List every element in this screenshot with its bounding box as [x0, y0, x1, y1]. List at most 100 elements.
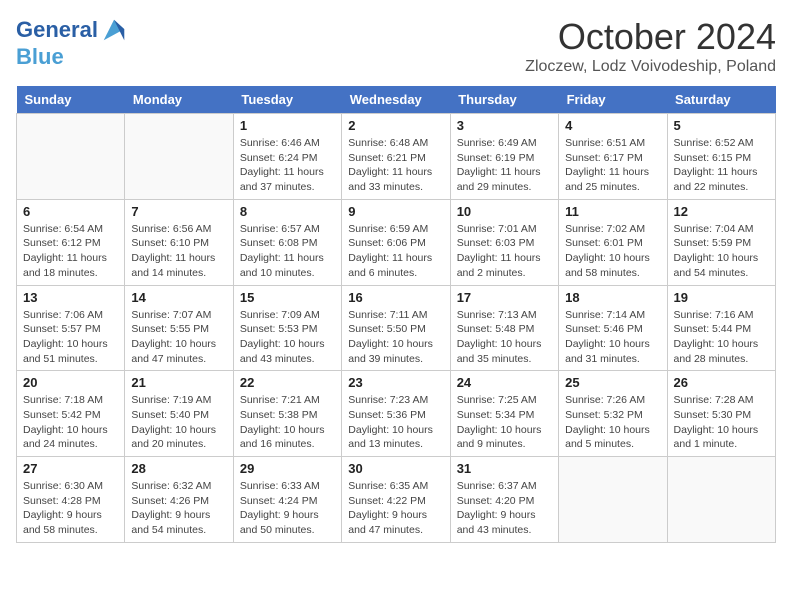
day-info: Sunrise: 7:13 AMSunset: 5:48 PMDaylight:…: [457, 308, 552, 367]
day-number: 14: [131, 290, 226, 305]
day-number: 9: [348, 204, 443, 219]
calendar-cell: 23Sunrise: 7:23 AMSunset: 5:36 PMDayligh…: [342, 371, 450, 457]
day-info: Sunrise: 7:09 AMSunset: 5:53 PMDaylight:…: [240, 308, 335, 367]
day-info: Sunrise: 6:37 AMSunset: 4:20 PMDaylight:…: [457, 479, 552, 538]
day-info: Sunrise: 6:56 AMSunset: 6:10 PMDaylight:…: [131, 222, 226, 281]
day-info: Sunrise: 7:11 AMSunset: 5:50 PMDaylight:…: [348, 308, 443, 367]
day-number: 29: [240, 461, 335, 476]
calendar-cell: [667, 457, 775, 543]
calendar-cell: 18 Sunrise: 7:14 AMSunset: 5:46 PMDayligh…: [559, 285, 667, 371]
day-number: 11: [565, 204, 660, 219]
calendar-cell: 17Sunrise: 7:13 AMSunset: 5:48 PMDayligh…: [450, 285, 558, 371]
logo-blue: Blue: [16, 44, 64, 70]
calendar-cell: 1Sunrise: 6:46 AMSunset: 6:24 PMDaylight…: [233, 114, 341, 200]
day-info: Sunrise: 6:57 AMSunset: 6:08 PMDaylight:…: [240, 222, 335, 281]
day-info: Sunrise: 7:06 AMSunset: 5:57 PMDaylight:…: [23, 308, 118, 367]
calendar-cell: 25 Sunrise: 7:26 AMSunset: 5:32 PMDayligh…: [559, 371, 667, 457]
calendar-cell: [17, 114, 125, 200]
calendar-cell: 10Sunrise: 7:01 AMSunset: 6:03 PMDayligh…: [450, 199, 558, 285]
day-info: Sunrise: 7:04 AMSunset: 5:59 PMDaylight:…: [674, 222, 769, 281]
calendar-cell: 12 Sunrise: 7:04 AMSunset: 5:59 PMDayligh…: [667, 199, 775, 285]
day-number: 31: [457, 461, 552, 476]
day-number: 2: [348, 118, 443, 133]
day-number: 16: [348, 290, 443, 305]
week-row-2: 6Sunrise: 6:54 AMSunset: 6:12 PMDaylight…: [17, 199, 776, 285]
day-number: 23: [348, 375, 443, 390]
day-number: 8: [240, 204, 335, 219]
calendar-cell: 13 Sunrise: 7:06 AMSunset: 5:57 PMDayligh…: [17, 285, 125, 371]
calendar-cell: 27 Sunrise: 6:30 AMSunset: 4:28 PMDayligh…: [17, 457, 125, 543]
week-row-3: 13 Sunrise: 7:06 AMSunset: 5:57 PMDayligh…: [17, 285, 776, 371]
day-info: Sunrise: 6:51 AMSunset: 6:17 PMDaylight:…: [565, 136, 660, 195]
day-info: Sunrise: 7:16 AMSunset: 5:44 PMDaylight:…: [674, 308, 769, 367]
day-number: 7: [131, 204, 226, 219]
header-row: SundayMondayTuesdayWednesdayThursdayFrid…: [17, 86, 776, 114]
calendar-cell: 28Sunrise: 6:32 AMSunset: 4:26 PMDayligh…: [125, 457, 233, 543]
weekday-header-tuesday: Tuesday: [233, 86, 341, 114]
week-row-1: 1Sunrise: 6:46 AMSunset: 6:24 PMDaylight…: [17, 114, 776, 200]
calendar-cell: 26 Sunrise: 7:28 AMSunset: 5:30 PMDayligh…: [667, 371, 775, 457]
logo-icon: [100, 16, 128, 44]
day-info: Sunrise: 6:46 AMSunset: 6:24 PMDaylight:…: [240, 136, 335, 195]
calendar-cell: 14 Sunrise: 7:07 AMSunset: 5:55 PMDayligh…: [125, 285, 233, 371]
day-number: 25: [565, 375, 660, 390]
calendar-cell: 2 Sunrise: 6:48 AMSunset: 6:21 PMDaylight…: [342, 114, 450, 200]
day-number: 26: [674, 375, 769, 390]
day-number: 19: [674, 290, 769, 305]
day-number: 22: [240, 375, 335, 390]
calendar-cell: 11 Sunrise: 7:02 AMSunset: 6:01 PMDayligh…: [559, 199, 667, 285]
day-info: Sunrise: 7:28 AMSunset: 5:30 PMDaylight:…: [674, 393, 769, 452]
day-info: Sunrise: 7:25 AMSunset: 5:34 PMDaylight:…: [457, 393, 552, 452]
calendar-cell: 16 Sunrise: 7:11 AMSunset: 5:50 PMDayligh…: [342, 285, 450, 371]
page-header: General Blue October 2024 Zloczew, Lodz …: [16, 16, 776, 76]
logo-text: General: [16, 18, 98, 42]
day-number: 6: [23, 204, 118, 219]
day-info: Sunrise: 7:14 AMSunset: 5:46 PMDaylight:…: [565, 308, 660, 367]
day-info: Sunrise: 6:49 AMSunset: 6:19 PMDaylight:…: [457, 136, 552, 195]
calendar-cell: 5Sunrise: 6:52 AMSunset: 6:15 PMDaylight…: [667, 114, 775, 200]
title-block: October 2024 Zloczew, Lodz Voivodeship, …: [525, 16, 776, 76]
month-title: October 2024: [525, 16, 776, 58]
day-info: Sunrise: 7:01 AMSunset: 6:03 PMDaylight:…: [457, 222, 552, 281]
day-number: 24: [457, 375, 552, 390]
day-number: 21: [131, 375, 226, 390]
weekday-header-monday: Monday: [125, 86, 233, 114]
day-info: Sunrise: 7:07 AMSunset: 5:55 PMDaylight:…: [131, 308, 226, 367]
day-number: 12: [674, 204, 769, 219]
calendar-cell: 19 Sunrise: 7:16 AMSunset: 5:44 PMDayligh…: [667, 285, 775, 371]
day-info: Sunrise: 6:30 AMSunset: 4:28 PMDaylight:…: [23, 479, 118, 538]
day-number: 3: [457, 118, 552, 133]
calendar-cell: 31 Sunrise: 6:37 AMSunset: 4:20 PMDayligh…: [450, 457, 558, 543]
day-number: 15: [240, 290, 335, 305]
calendar-cell: 3 Sunrise: 6:49 AMSunset: 6:19 PMDaylight…: [450, 114, 558, 200]
weekday-header-friday: Friday: [559, 86, 667, 114]
calendar-cell: [125, 114, 233, 200]
calendar-cell: 9 Sunrise: 6:59 AMSunset: 6:06 PMDaylight…: [342, 199, 450, 285]
weekday-header-sunday: Sunday: [17, 86, 125, 114]
day-info: Sunrise: 6:59 AMSunset: 6:06 PMDaylight:…: [348, 222, 443, 281]
week-row-4: 20Sunrise: 7:18 AMSunset: 5:42 PMDayligh…: [17, 371, 776, 457]
week-row-5: 27 Sunrise: 6:30 AMSunset: 4:28 PMDayligh…: [17, 457, 776, 543]
day-number: 20: [23, 375, 118, 390]
day-info: Sunrise: 7:19 AMSunset: 5:40 PMDaylight:…: [131, 393, 226, 452]
weekday-header-thursday: Thursday: [450, 86, 558, 114]
day-number: 18: [565, 290, 660, 305]
day-number: 13: [23, 290, 118, 305]
logo: General Blue: [16, 16, 128, 70]
calendar-cell: 22Sunrise: 7:21 AMSunset: 5:38 PMDayligh…: [233, 371, 341, 457]
day-info: Sunrise: 7:02 AMSunset: 6:01 PMDaylight:…: [565, 222, 660, 281]
day-info: Sunrise: 7:26 AMSunset: 5:32 PMDaylight:…: [565, 393, 660, 452]
calendar-cell: 7 Sunrise: 6:56 AMSunset: 6:10 PMDaylight…: [125, 199, 233, 285]
day-number: 27: [23, 461, 118, 476]
calendar-cell: [559, 457, 667, 543]
day-info: Sunrise: 6:48 AMSunset: 6:21 PMDaylight:…: [348, 136, 443, 195]
day-number: 4: [565, 118, 660, 133]
calendar-table: SundayMondayTuesdayWednesdayThursdayFrid…: [16, 86, 776, 543]
calendar-cell: 8 Sunrise: 6:57 AMSunset: 6:08 PMDaylight…: [233, 199, 341, 285]
day-info: Sunrise: 6:33 AMSunset: 4:24 PMDaylight:…: [240, 479, 335, 538]
calendar-cell: 4 Sunrise: 6:51 AMSunset: 6:17 PMDaylight…: [559, 114, 667, 200]
calendar-cell: 6Sunrise: 6:54 AMSunset: 6:12 PMDaylight…: [17, 199, 125, 285]
day-number: 30: [348, 461, 443, 476]
weekday-header-wednesday: Wednesday: [342, 86, 450, 114]
calendar-cell: 20Sunrise: 7:18 AMSunset: 5:42 PMDayligh…: [17, 371, 125, 457]
